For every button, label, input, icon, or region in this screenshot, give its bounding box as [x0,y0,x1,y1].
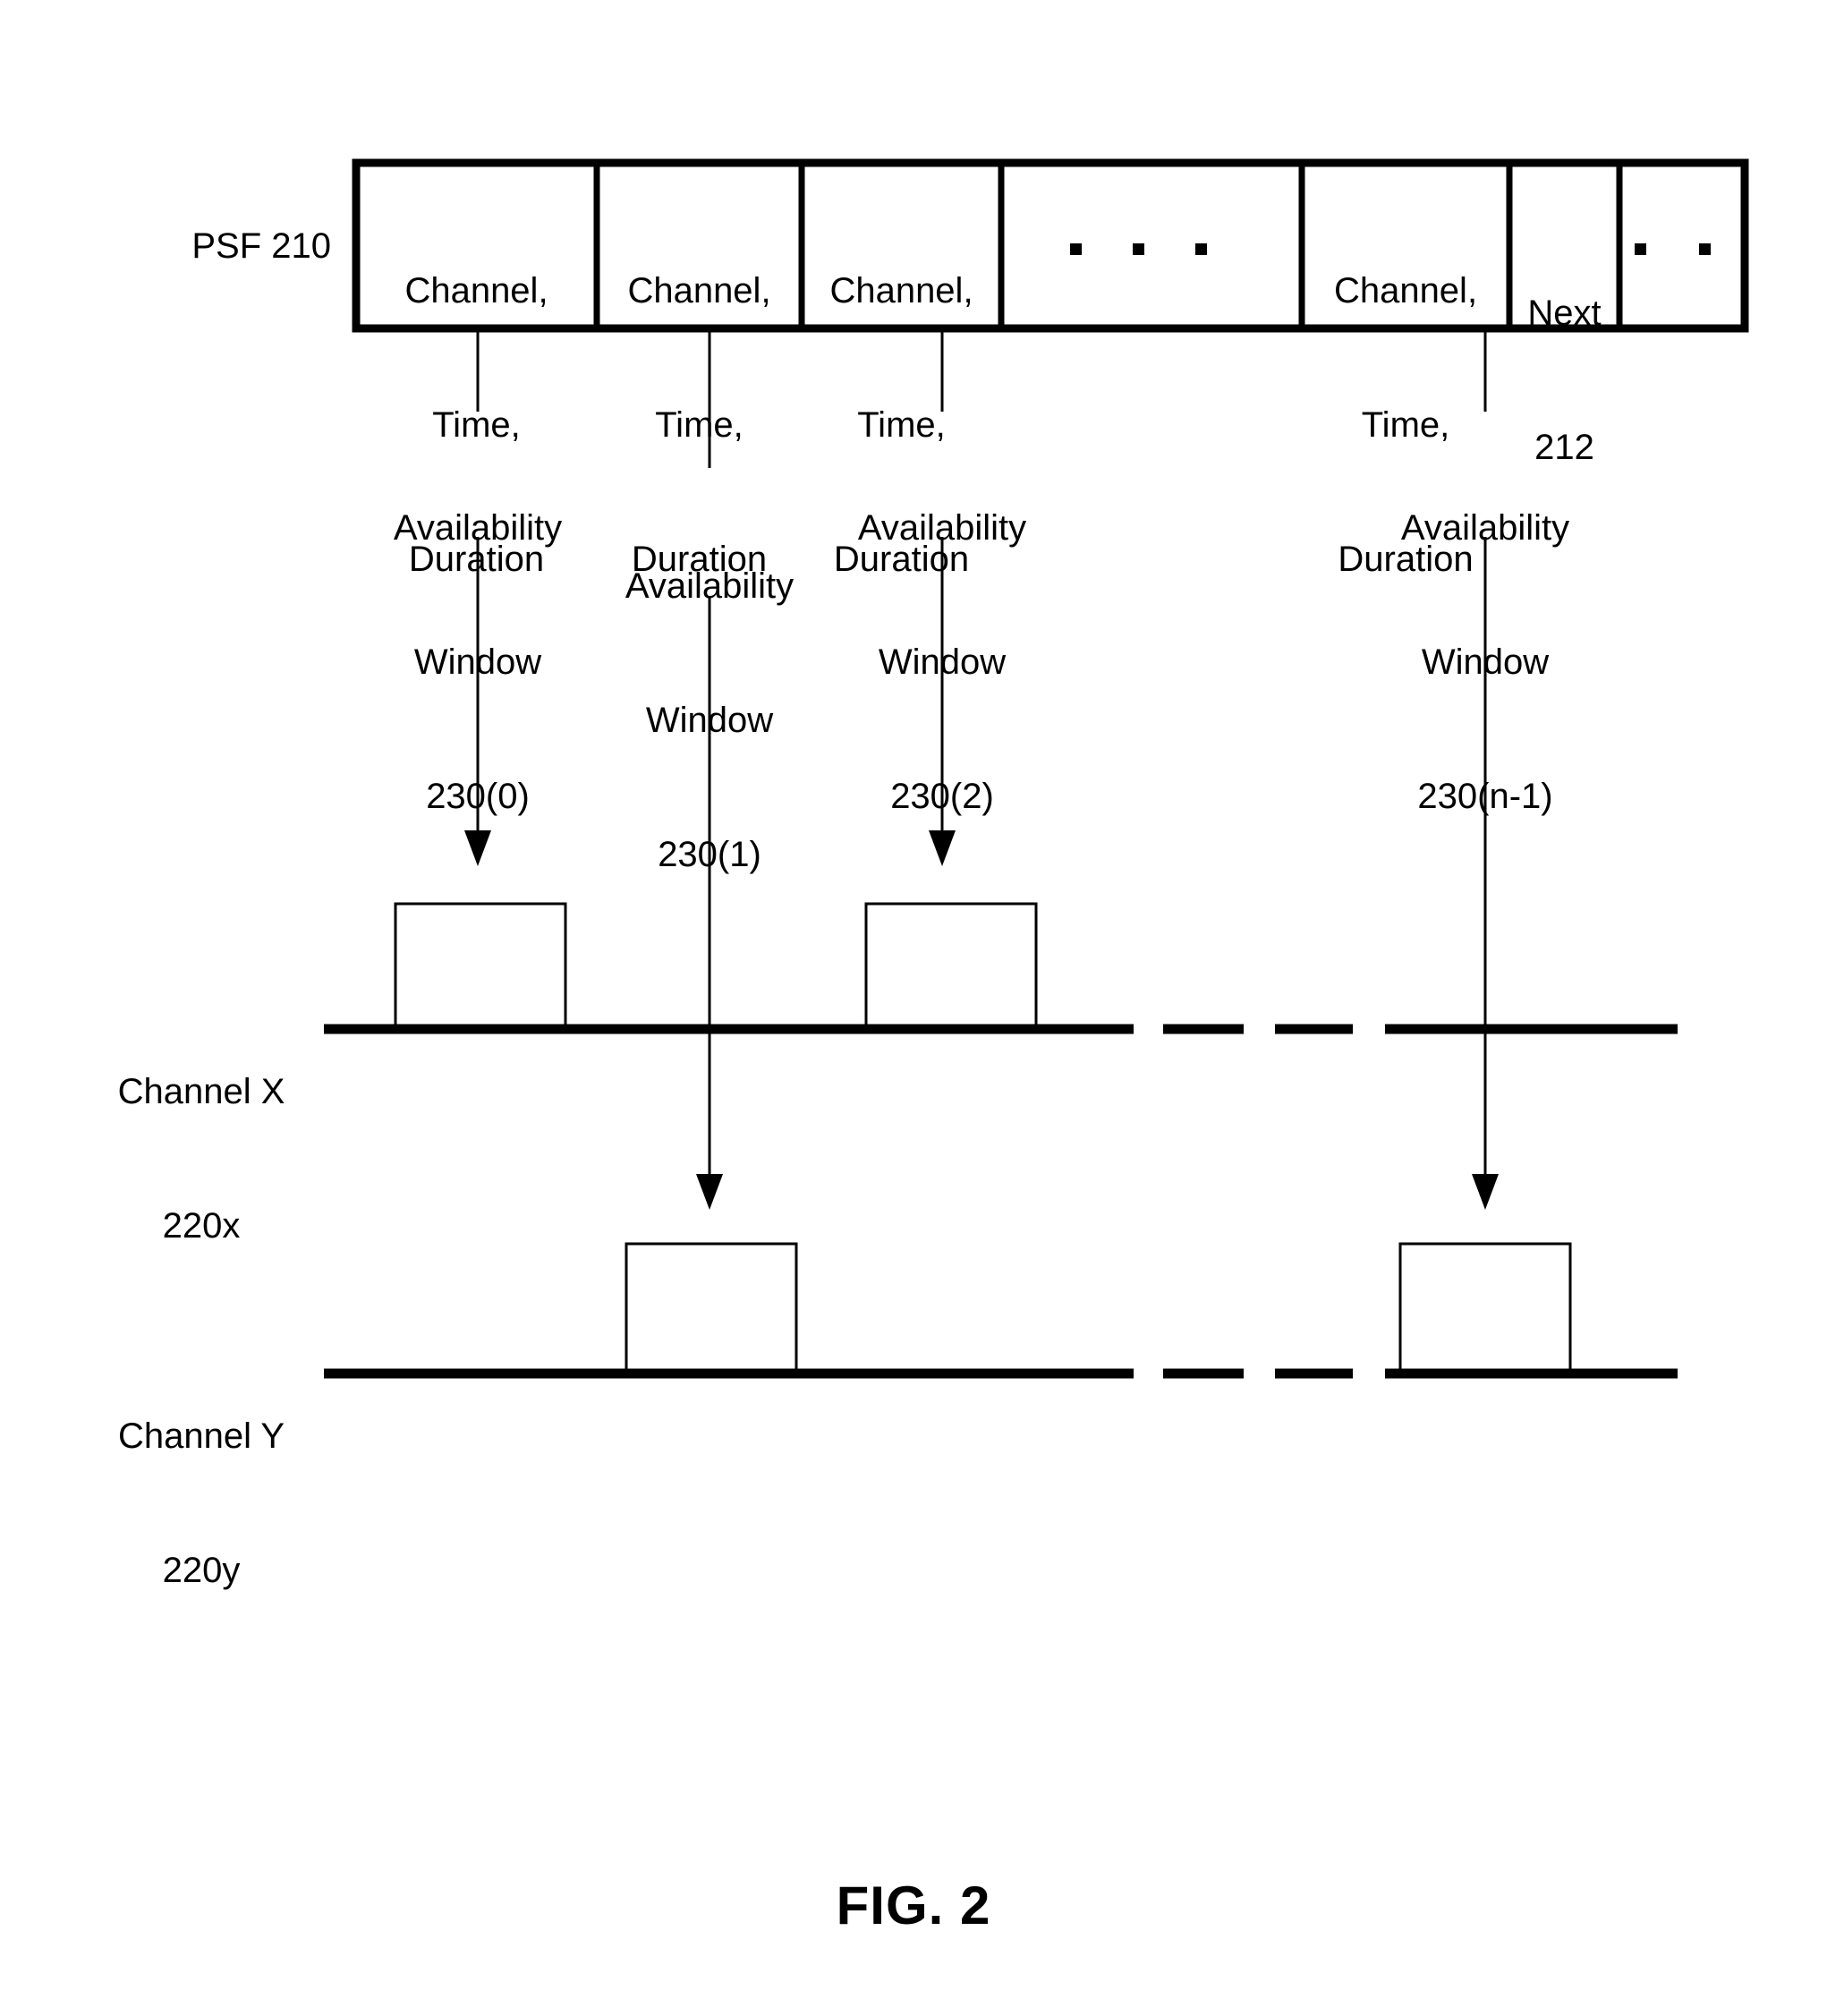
aw-1-line-0: Availability [625,566,795,606]
channel-y-line-1: 220y [162,1551,241,1590]
aw-n1-line-0: Availability [1400,508,1570,548]
aw-0-line-2: 230(0) [426,777,530,816]
ellipsis-dot [1070,243,1082,255]
aw-1-line-2: 230(1) [658,835,761,874]
availability-window-2-label: Availability Window 230(2) [808,416,1076,908]
channel-y-pulse-window-n1 [1398,1242,1572,1374]
channel-x-label: Channel X 220x [81,980,322,1338]
aw-2-line-2: 230(2) [890,777,994,816]
aw-0-line-1: Window [413,642,542,682]
patent-figure-2: PSF 210 Channel, Time, Duration Channel,… [0,0,1827,2016]
aw-n1-line-1: Window [1421,642,1550,682]
psf-cell-2-line-0: Channel, [829,271,973,310]
availability-window-1-label: Availability Window 230(1) [575,474,844,966]
aw-2-line-0: Availability [857,508,1027,548]
channel-y-pulse-window-1 [625,1242,798,1374]
psf-cell-4-line-0: Channel, [1333,271,1478,310]
aw-0-line-0: Availability [393,508,563,548]
psf-cell-0-line-0: Channel, [404,271,548,310]
aw-2-line-1: Window [878,642,1007,682]
psf-cell-1-line-0: Channel, [627,271,771,310]
availability-window-0-label: Availability Window 230(0) [344,416,612,908]
channel-y-label: Channel Y 220y [81,1324,322,1682]
psf-cell-5-line-0: Next [1527,293,1602,333]
ellipsis-dot [1635,243,1646,255]
figure-caption: FIG. 2 [836,1876,991,1935]
channel-x-pulse-window-2 [864,902,1038,1029]
psf-label: PSF 210 [191,226,331,266]
psf-cell-1-line-1: Time, [655,405,744,445]
arrow-head-window-1 [696,1174,723,1210]
ellipsis-dot [1699,243,1711,255]
aw-1-line-1: Window [645,701,774,740]
availability-window-n1-label: Availability Window 230(n-1) [1351,416,1619,908]
channel-y-line-0: Channel Y [117,1416,285,1456]
channel-x-pulse-window-0 [394,902,567,1029]
arrow-head-window-n1 [1472,1174,1499,1210]
channel-x-line-0: Channel X [117,1072,285,1111]
ellipsis-dot [1195,243,1207,255]
ellipsis-dot [1133,243,1144,255]
channel-x-line-1: 220x [162,1206,241,1246]
aw-n1-line-2: 230(n-1) [1417,777,1553,816]
